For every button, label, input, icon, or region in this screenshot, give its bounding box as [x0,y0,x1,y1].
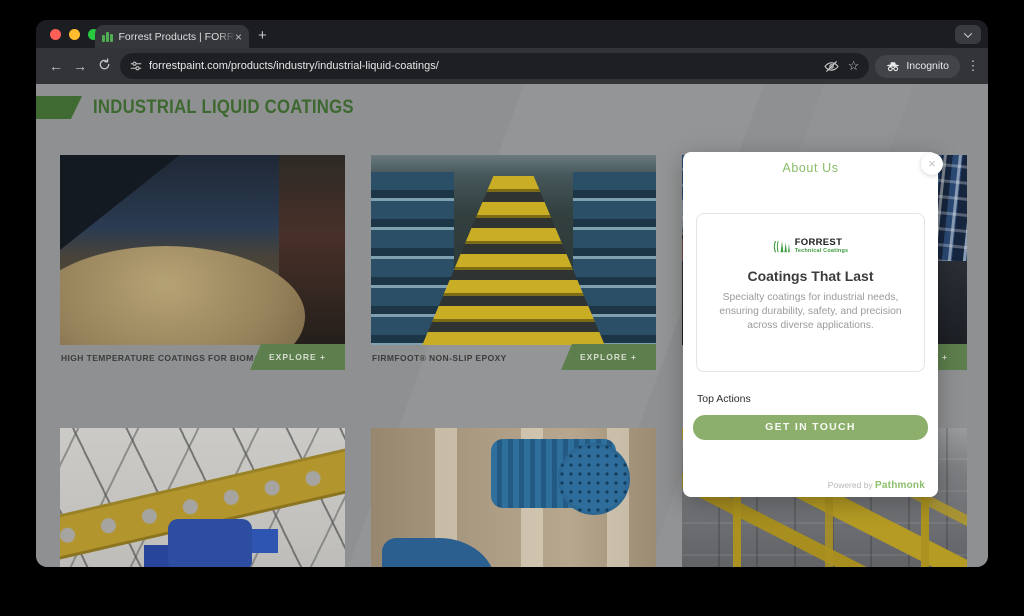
incognito-spy-icon [886,61,900,72]
photo-crane[interactable] [60,428,345,567]
photo-yellow-steps[interactable] [371,155,656,345]
browser-menu-button[interactable]: ⋮ [966,58,980,74]
forrest-logo-text: FORREST Technical Coatings [795,238,849,255]
powered-by-text: Powered by [828,480,875,490]
eye-off-icon [824,60,839,73]
top-actions-label: Top Actions [697,393,751,405]
browser-toolbar: ← → forrestpaint.com/products/industry/i… [36,48,988,84]
product-card-crane [60,428,345,567]
logo-name: FORREST [795,238,849,248]
card-label: HIGH TEMPERATURE COATINGS FOR BIOMASS [61,345,272,371]
forrest-favicon-icon [102,32,113,42]
url-text[interactable]: forrestpaint.com/products/industry/indus… [149,60,815,72]
tab-strip: Forrest Products | FORREST T × + [36,20,988,48]
explore-button[interactable]: EXPLORE + [250,344,345,370]
forrest-logo: FORREST Technical Coatings [697,238,924,255]
minimize-window-button[interactable] [69,29,80,40]
logo-tagline: Technical Coatings [795,248,849,255]
site-settings-icon[interactable] [130,60,142,72]
explore-button[interactable]: EXPLORE + [561,344,656,370]
card-label: FIRMFOOT® NON-SLIP EPOXY [372,345,507,371]
popup-close-icon[interactable]: × [921,153,943,175]
forward-button[interactable]: → [68,58,92,74]
chevron-down-icon [964,29,972,37]
close-window-button[interactable] [50,29,61,40]
photo-layer [168,519,252,567]
popup-body-text: Specialty coatings for industrial needs,… [707,291,915,334]
address-bar[interactable]: forrestpaint.com/products/industry/indus… [120,53,869,79]
card-caption-bar: HIGH TEMPERATURE COATINGS FOR BIOMASS EX… [60,345,345,373]
browser-window: Forrest Products | FORREST T × + ← → for… [36,20,988,567]
tab-title: Forrest Products | FORREST T [119,31,235,43]
popup-content-card: FORREST Technical Coatings Coatings That… [696,213,925,372]
photo-pumps[interactable] [371,428,656,567]
tab-search-button[interactable] [955,25,981,44]
incognito-label: Incognito [906,60,949,72]
reload-button[interactable] [92,58,116,74]
bookmark-star-icon[interactable]: ☆ [848,58,860,74]
new-tab-button[interactable]: + [258,26,267,46]
popup-title: About Us [683,161,938,175]
heading-accent-shape [36,96,82,119]
incognito-badge: Incognito [875,55,960,78]
powered-by: Powered by Pathmonk [828,480,925,491]
card-caption-bar: FIRMFOOT® NON-SLIP EPOXY EXPLORE + [371,345,656,373]
product-card-firmfoot: FIRMFOOT® NON-SLIP EPOXY EXPLORE + [371,155,656,373]
browser-tab[interactable]: Forrest Products | FORREST T × [95,25,249,48]
product-card-pumps [371,428,656,567]
popup-headline: Coatings That Last [697,268,924,284]
forrest-logo-icon [773,239,791,254]
reload-icon [98,58,111,71]
traffic-lights [50,29,99,40]
tab-close-icon[interactable]: × [235,31,242,43]
page-title: INDUSTRIAL LIQUID COATINGS [93,96,354,119]
page-viewport: INDUSTRIAL LIQUID COATINGS HIGH TEMPERAT… [36,84,988,567]
pathmonk-link[interactable]: Pathmonk [875,480,925,491]
product-card-biomass: HIGH TEMPERATURE COATINGS FOR BIOMASS EX… [60,155,345,373]
back-button[interactable]: ← [44,58,68,74]
reading-mode-button[interactable] [824,60,839,73]
about-us-popup: About Us × FORREST Technical Coatings [683,152,938,497]
get-in-touch-button[interactable]: GET IN TOUCH [693,415,928,440]
photo-biomass[interactable] [60,155,345,345]
